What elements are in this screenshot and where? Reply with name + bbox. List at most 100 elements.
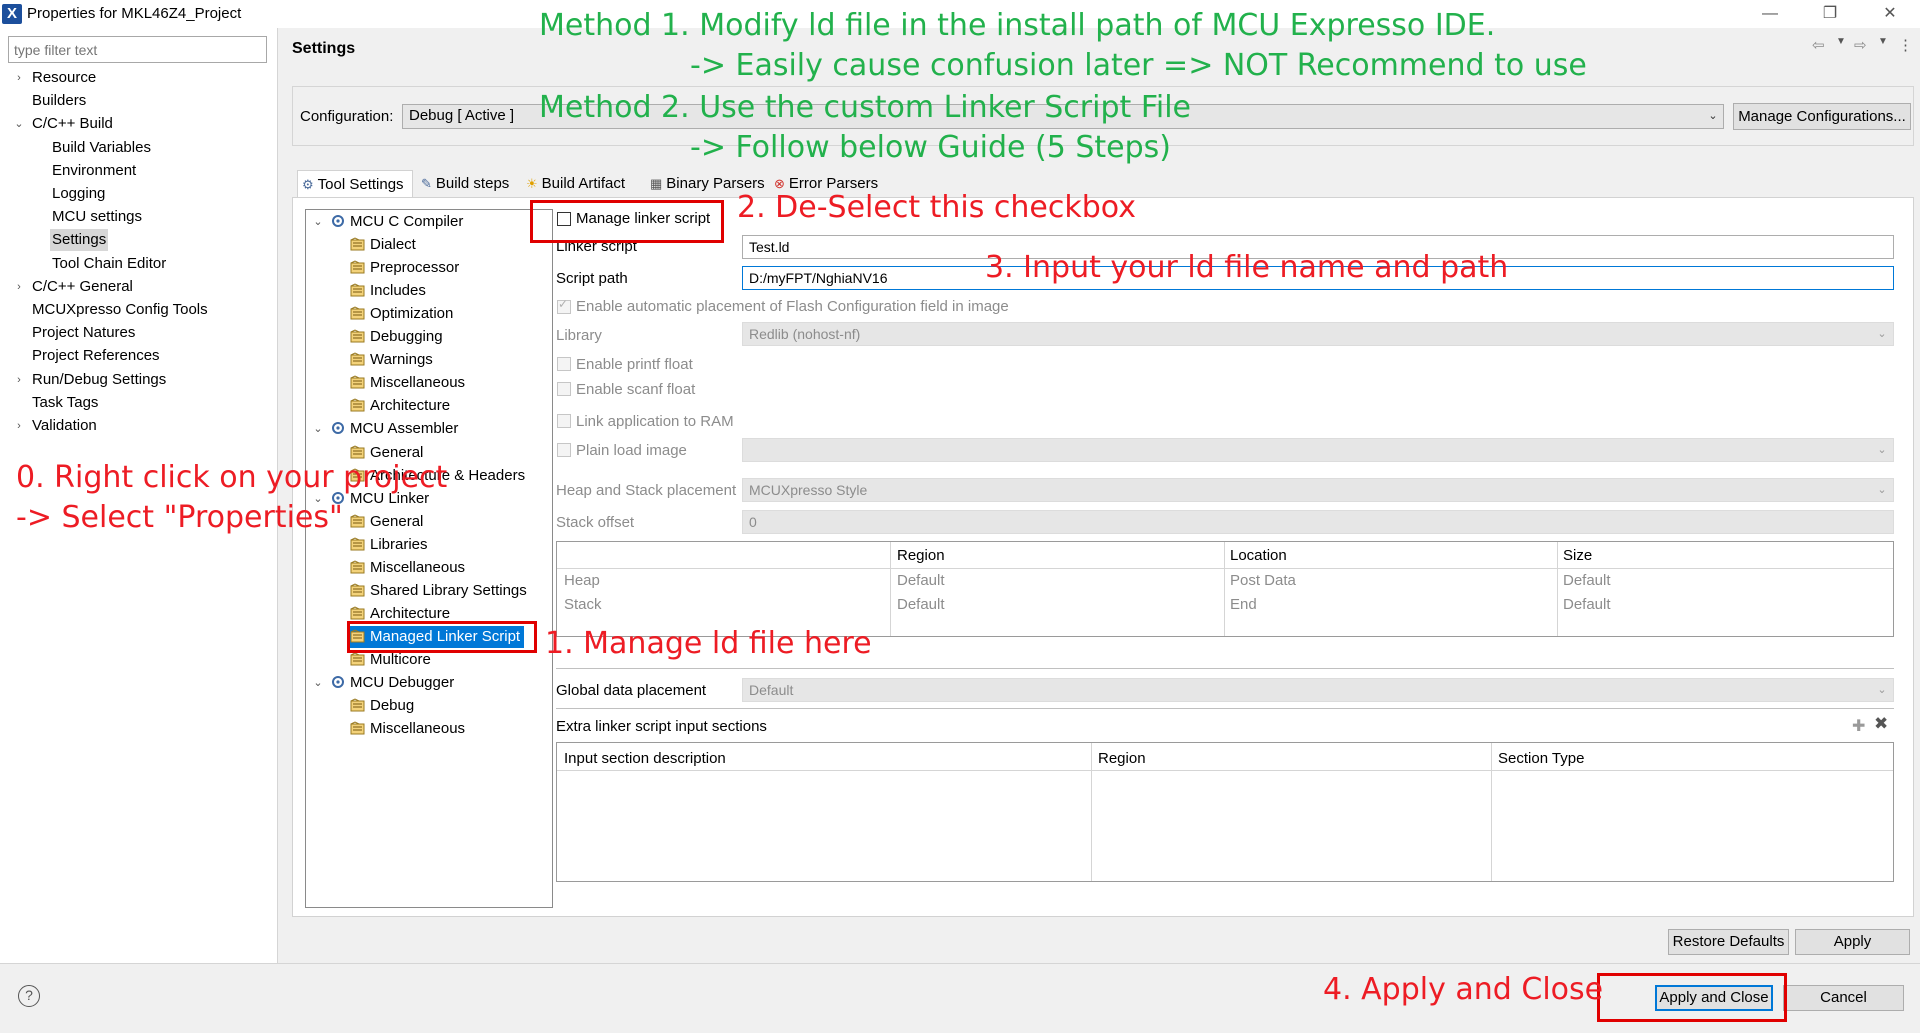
annotation-method1-line2: -> Easily cause confusion later => NOT R… — [690, 48, 1587, 83]
tab-build-steps[interactable]: ✎ Build steps — [417, 170, 520, 198]
tool-gear-icon — [330, 213, 346, 227]
nav-item-validation[interactable]: Validation — [30, 415, 99, 437]
nav-item-mcu-settings[interactable]: MCU settings — [50, 206, 144, 228]
tree-node-mcu-debugger[interactable]: MCU Debugger — [330, 672, 454, 694]
tree-node-debug[interactable]: Debug — [350, 695, 414, 717]
chevron-right-icon[interactable]: › — [12, 369, 26, 391]
option-category-icon — [350, 328, 366, 343]
tree-node-mcu-assembler[interactable]: MCU Assembler — [330, 418, 458, 440]
nav-item-resource[interactable]: Resource — [30, 67, 98, 89]
plain-load-image-checkbox[interactable] — [557, 443, 571, 457]
nav-item-build-variables[interactable]: Build Variables — [50, 137, 153, 159]
link-to-ram-label: Link application to RAM — [576, 413, 734, 430]
tree-node-general[interactable]: General — [350, 511, 423, 533]
tree-node-mcu-c-compiler[interactable]: MCU C Compiler — [330, 211, 463, 233]
tree-node-label: Miscellaneous — [370, 374, 466, 392]
tab-label: Tool Settings — [317, 176, 404, 193]
tree-node-miscellaneous[interactable]: Miscellaneous — [350, 718, 465, 740]
tree-node-architecture[interactable]: Architecture — [350, 395, 450, 417]
property-nav-pane — [0, 28, 278, 963]
nav-item-environment[interactable]: Environment — [50, 160, 138, 182]
tree-node-label: Optimization — [370, 305, 454, 323]
tree-node-shared-library-settings[interactable]: Shared Library Settings — [350, 580, 527, 602]
chevron-down-icon[interactable]: ⌄ — [311, 211, 325, 233]
chevron-down-icon[interactable]: ⌄ — [311, 672, 325, 694]
tree-node-dialect[interactable]: Dialect — [350, 234, 416, 256]
tree-node-label: Includes — [370, 282, 426, 300]
cancel-button[interactable]: Cancel — [1783, 985, 1904, 1011]
help-icon[interactable]: ? — [18, 985, 40, 1007]
hs-row-region: Default — [897, 572, 945, 589]
scanf-float-label: Enable scanf float — [576, 381, 696, 398]
add-icon[interactable]: ✚ — [1852, 716, 1865, 736]
minimize-button[interactable]: — — [1740, 0, 1800, 28]
chevron-down-icon[interactable]: ⌄ — [1704, 104, 1722, 129]
chevron-down-icon[interactable]: ⌄ — [12, 113, 26, 135]
back-dropdown-icon[interactable]: ▼ — [1836, 36, 1846, 47]
nav-item-task-tags[interactable]: Task Tags — [30, 392, 100, 414]
forward-dropdown-icon[interactable]: ▼ — [1878, 36, 1888, 47]
option-category-icon — [350, 697, 366, 712]
tab-tool-settings[interactable]: ⚙ Tool Settings — [297, 170, 413, 198]
forward-nav-icon[interactable]: ⇨ — [1854, 36, 1867, 54]
hs-row-name: Stack — [564, 596, 602, 613]
app-icon: X — [2, 4, 22, 24]
filter-input[interactable] — [8, 36, 267, 63]
restore-button[interactable]: ❐ — [1800, 0, 1860, 28]
nav-item-project-references[interactable]: Project References — [30, 345, 162, 367]
extra-sections-label: Extra linker script input sections — [556, 718, 767, 735]
apply-button[interactable]: Apply — [1795, 929, 1910, 955]
tree-node-preprocessor[interactable]: Preprocessor — [350, 257, 459, 279]
manage-configurations-button[interactable]: Manage Configurations... — [1733, 103, 1911, 130]
window-title: Properties for MKL46Z4_Project — [27, 5, 242, 22]
link-to-ram-checkbox[interactable] — [557, 414, 571, 428]
tree-node-label: Architecture — [370, 604, 451, 622]
chevron-right-icon[interactable]: › — [12, 67, 26, 89]
nav-item-settings[interactable]: Settings — [50, 229, 109, 252]
nav-item-c-c-general[interactable]: C/C++ General — [30, 276, 135, 298]
printf-float-label: Enable printf float — [576, 356, 693, 373]
chevron-down-icon: ⌄ — [1877, 684, 1887, 696]
remove-icon[interactable]: ✖ — [1874, 714, 1888, 734]
tree-node-libraries[interactable]: Libraries — [350, 534, 428, 556]
stack-offset-field[interactable]: 0 — [742, 510, 1894, 534]
heap-stack-placement-label: Heap and Stack placement — [556, 482, 737, 499]
tree-node-label: Warnings — [370, 351, 433, 369]
close-button[interactable]: ✕ — [1860, 0, 1920, 28]
tab-build-artifact[interactable]: ☀ Build Artifact — [522, 170, 644, 198]
plain-load-image-select[interactable] — [742, 438, 1894, 462]
chevron-right-icon[interactable]: › — [12, 276, 26, 298]
chevron-down-icon[interactable]: ⌄ — [311, 418, 325, 440]
table-header-divider — [557, 770, 1893, 771]
nav-item-c-c-build[interactable]: C/C++ Build — [30, 113, 115, 135]
view-menu-icon[interactable]: ⋮ — [1898, 36, 1913, 54]
hs-row-size: Default — [1563, 572, 1611, 589]
nav-item-mcuxpresso-config-tools[interactable]: MCUXpresso Config Tools — [30, 299, 210, 321]
nav-item-logging[interactable]: Logging — [50, 183, 107, 205]
tree-node-label: MCU Debugger — [350, 674, 455, 691]
hs-row-location: End — [1230, 596, 1257, 613]
printf-float-checkbox[interactable] — [557, 357, 571, 371]
binary-parsers-icon: ▦ — [650, 176, 663, 191]
tree-node-debugging[interactable]: Debugging — [350, 326, 443, 348]
library-select[interactable]: Redlib (nohost-nf) — [742, 322, 1894, 346]
tree-node-warnings[interactable]: Warnings — [350, 349, 433, 371]
tree-node-label: Dialect — [370, 236, 416, 254]
annotation-method2-line1: Method 2. Use the custom Linker Script F… — [539, 90, 1192, 125]
tree-node-label: Architecture — [370, 397, 451, 415]
tree-node-includes[interactable]: Includes — [350, 280, 426, 302]
restore-defaults-button[interactable]: Restore Defaults — [1668, 929, 1789, 955]
tree-node-miscellaneous[interactable]: Miscellaneous — [350, 557, 465, 579]
scanf-float-checkbox[interactable] — [557, 382, 571, 396]
nav-item-run-debug-settings[interactable]: Run/Debug Settings — [30, 369, 168, 391]
chevron-right-icon[interactable]: › — [12, 415, 26, 437]
nav-item-tool-chain-editor[interactable]: Tool Chain Editor — [50, 253, 168, 275]
tree-node-miscellaneous[interactable]: Miscellaneous — [350, 372, 465, 394]
global-data-placement-select[interactable]: Default — [742, 678, 1894, 702]
nav-item-project-natures[interactable]: Project Natures — [30, 322, 137, 344]
tool-settings-icon: ⚙ — [302, 177, 314, 192]
back-nav-icon[interactable]: ⇦ — [1812, 36, 1825, 54]
heap-stack-placement-select[interactable]: MCUXpresso Style — [742, 478, 1894, 502]
nav-item-builders[interactable]: Builders — [30, 90, 88, 112]
tree-node-optimization[interactable]: Optimization — [350, 303, 453, 325]
